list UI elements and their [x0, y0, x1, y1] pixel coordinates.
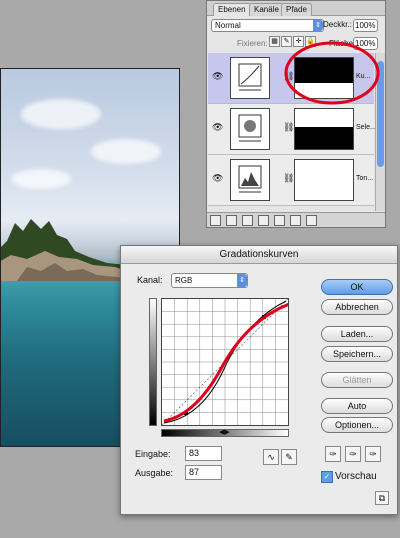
- save-button[interactable]: Speichern...: [321, 346, 393, 362]
- tab-paths[interactable]: Pfade: [281, 3, 312, 16]
- opacity-field[interactable]: 100%: [353, 19, 378, 32]
- output-label: Ausgabe:: [135, 468, 174, 478]
- curves-dialog: Gradationskurven Kanal: RGB ⇕ ◀▶ Eingabe…: [120, 245, 398, 515]
- curve-tool-icon[interactable]: ∿: [263, 449, 279, 465]
- layer-row-selective-color[interactable]: 👁 ⛓ Sele...: [208, 104, 376, 155]
- lock-label: Fixieren:: [237, 39, 268, 48]
- auto-button[interactable]: Auto: [321, 398, 393, 414]
- curves-graph[interactable]: [161, 298, 293, 426]
- layer-row-tonal[interactable]: 👁 ⛓ Ton...: [208, 155, 374, 206]
- lock-transparency-icon[interactable]: ▦: [269, 36, 280, 47]
- layer-style-icon[interactable]: [226, 215, 237, 226]
- tab-channels[interactable]: Kanäle: [249, 3, 284, 16]
- chevron-updown-icon: ⇕: [313, 20, 323, 31]
- layers-panel-tabs: Ebenen Kanäle Pfade: [207, 1, 385, 16]
- layer-mask-thumbnail[interactable]: [294, 108, 354, 150]
- ok-button[interactable]: OK: [321, 279, 393, 295]
- layers-toolbar: [207, 212, 385, 227]
- layer-name: Sele...: [356, 124, 376, 131]
- eye-icon[interactable]: 👁: [212, 173, 224, 183]
- input-value: 83: [189, 448, 200, 458]
- opacity-value: 100%: [355, 21, 376, 30]
- options-button[interactable]: Optionen...: [321, 417, 393, 433]
- output-gradient-bar: [149, 298, 157, 426]
- cancel-button[interactable]: Abbrechen: [321, 299, 393, 315]
- selective-color-icon: [230, 108, 270, 150]
- eye-icon[interactable]: 👁: [212, 71, 224, 81]
- channel-select[interactable]: RGB ⇕: [171, 273, 248, 288]
- load-button[interactable]: Laden...: [321, 326, 393, 342]
- link-icon[interactable]: ⛓: [283, 173, 294, 184]
- expand-dialog-icon[interactable]: ⧉: [375, 491, 389, 505]
- new-group-icon[interactable]: [274, 215, 285, 226]
- new-adjustment-icon[interactable]: [258, 215, 269, 226]
- dialog-title: Gradationskurven: [121, 246, 397, 264]
- layer-mask-thumbnail[interactable]: [294, 159, 354, 201]
- annotation-circle: [284, 41, 380, 105]
- channel-value: RGB: [175, 276, 193, 285]
- input-label: Eingabe:: [135, 449, 171, 459]
- black-eyedropper-icon[interactable]: ✑: [325, 446, 341, 462]
- smooth-button[interactable]: Glätten: [321, 372, 393, 388]
- opacity-label: Deckkr.:: [323, 20, 352, 29]
- layers-panel: Ebenen Kanäle Pfade Normal ⇕ Deckkr.: 10…: [206, 0, 386, 228]
- preview-checkbox[interactable]: ✓: [321, 471, 333, 483]
- pencil-tool-icon[interactable]: ✎: [281, 449, 297, 465]
- trash-icon[interactable]: [306, 215, 317, 226]
- channel-label: Kanal:: [137, 275, 163, 285]
- curves-adjustment-icon: [230, 57, 270, 99]
- blend-mode-value: Normal: [215, 21, 241, 30]
- add-mask-icon[interactable]: [242, 215, 253, 226]
- link-icon[interactable]: ⛓: [283, 122, 294, 133]
- chevron-updown-icon: ⇕: [237, 274, 247, 287]
- output-value: 87: [189, 467, 200, 477]
- levels-adjustment-icon: [230, 159, 270, 201]
- input-value-field[interactable]: 83: [185, 446, 222, 461]
- new-layer-icon[interactable]: [290, 215, 301, 226]
- layer-name: Ton...: [356, 175, 374, 182]
- output-value-field[interactable]: 87: [185, 465, 222, 480]
- gray-eyedropper-icon[interactable]: ✑: [345, 446, 361, 462]
- tab-layers[interactable]: Ebenen: [213, 3, 251, 16]
- gradient-switch-icon[interactable]: ◀▶: [219, 428, 230, 436]
- preview-label: Vorschau: [335, 471, 377, 482]
- white-eyedropper-icon[interactable]: ✑: [365, 446, 381, 462]
- eye-icon[interactable]: 👁: [212, 122, 224, 132]
- blend-mode-select[interactable]: Normal ⇕: [211, 19, 324, 32]
- link-layers-icon[interactable]: [210, 215, 221, 226]
- island-rocks: [1, 219, 137, 281]
